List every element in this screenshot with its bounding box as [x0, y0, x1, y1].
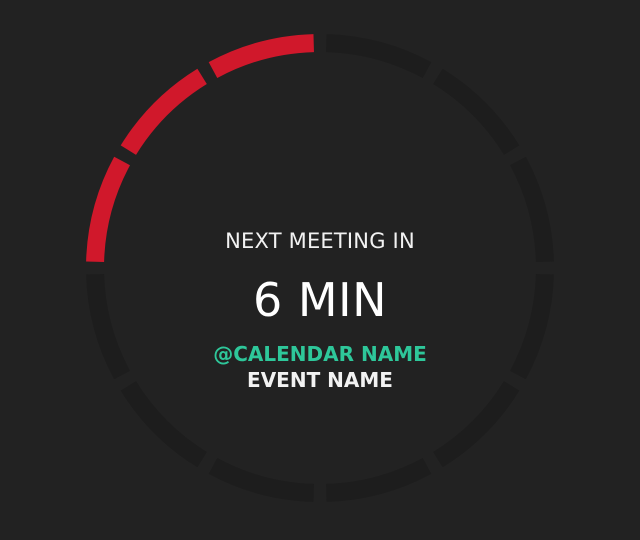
ring-segment-inactive — [433, 68, 520, 155]
time-remaining: 6 MIN — [252, 273, 388, 327]
ring-segment-inactive — [120, 381, 207, 468]
ring-segment-inactive — [325, 457, 432, 502]
ring-segment-inactive — [208, 457, 315, 502]
next-meeting-heading: NEXT MEETING IN — [225, 229, 415, 253]
ring-segment-inactive — [325, 34, 432, 79]
ring-segment-active — [208, 34, 315, 79]
event-name: EVENT NAME — [247, 368, 393, 392]
ring-segment-active — [120, 68, 207, 155]
ring-segment-inactive — [433, 381, 520, 468]
countdown-ring — [0, 0, 640, 540]
calendar-name-link[interactable]: @CALENDAR NAME — [0, 342, 640, 366]
